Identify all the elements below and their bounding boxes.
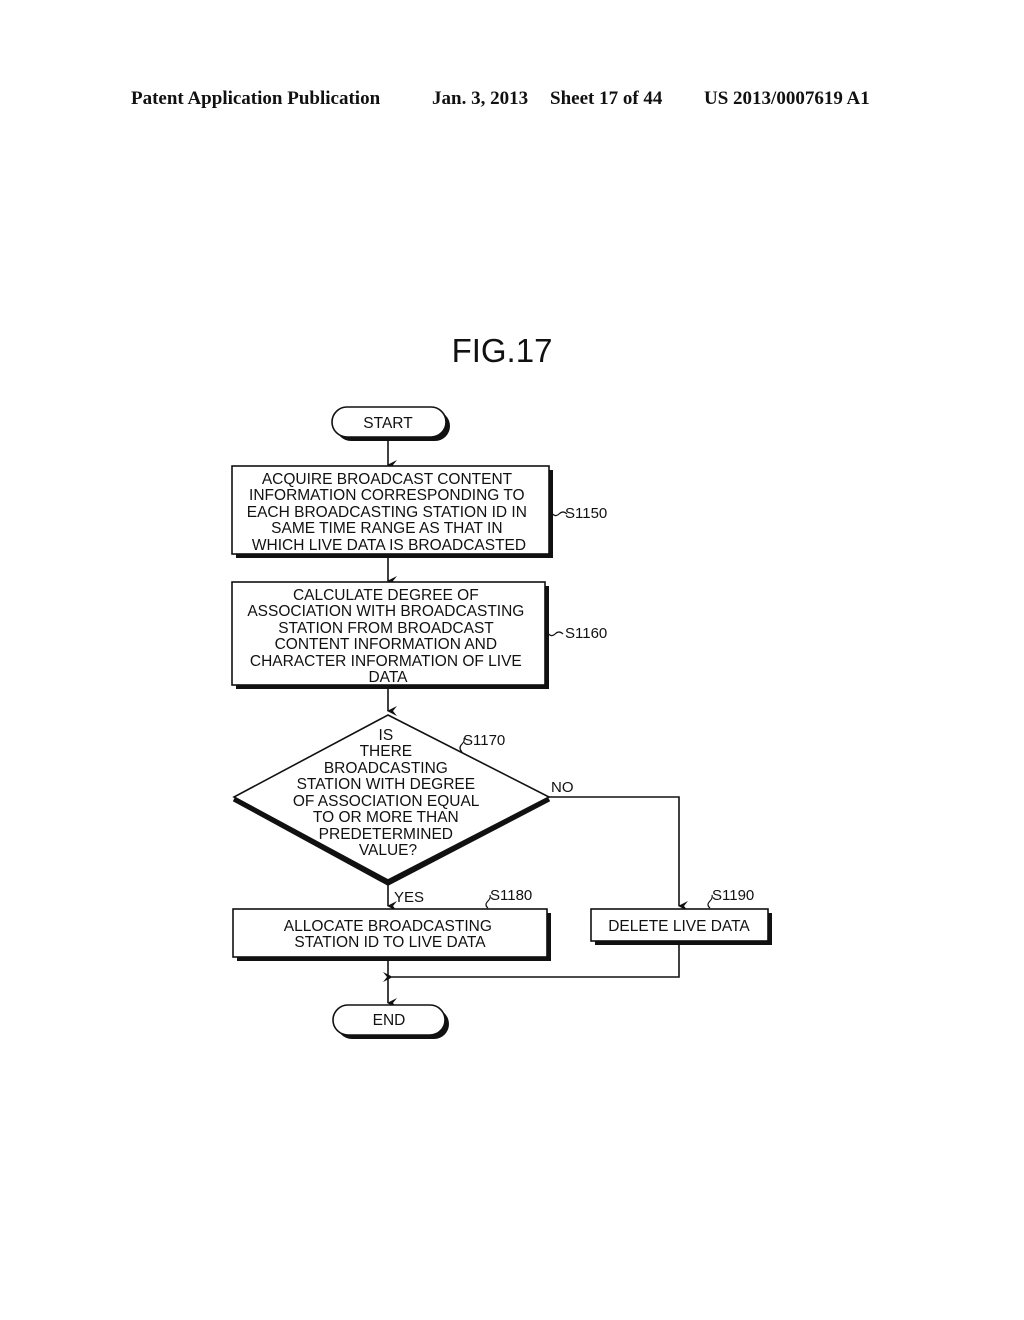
process-box-s1190: DELETE LIVE DATA [590,908,772,945]
s1170-text: IS THERE BROADCASTING STATION WITH DEGRE… [293,727,483,859]
s1160-line: CHARACTER INFORMATION OF LIVE [250,653,522,670]
s1160-line: CONTENT INFORMATION AND [275,636,497,653]
s1180-line: STATION ID TO LIVE DATA [294,934,486,951]
s1150-ref: S1150 [565,505,607,522]
s1190-ref: S1190 [712,887,754,904]
s1160-line: DATA [368,669,408,686]
s1170-line: PREDETERMINED [319,826,453,843]
s1150-line: EACH BROADCASTING STATION ID IN [247,504,527,521]
process-box-s1160: CALCULATE DEGREE OF ASSOCIATION WITH BRO… [231,581,549,689]
s1170-line: OF ASSOCIATION EQUAL [293,793,480,810]
s1160-leader [546,631,564,637]
s1150-line: SAME TIME RANGE AS THAT IN [271,520,502,537]
end-terminal: END [332,1004,449,1039]
end-label: END [373,1012,406,1029]
connector-no-s1190 [549,796,688,911]
flowchart: FIG.17 START ACQUIRE BROADCAST CONTENT I… [231,332,772,1039]
s1170-line: BROADCASTING [324,760,448,777]
s1190-line: DELETE LIVE DATA [608,918,750,935]
s1180-ref: S1180 [490,887,532,904]
s1160-line: STATION FROM BROADCAST [278,620,494,637]
s1180-line: ALLOCATE BROADCASTING [284,918,492,935]
s1150-line: ACQUIRE BROADCAST CONTENT [262,471,513,488]
s1160-line: ASSOCIATION WITH BROADCASTING [247,603,524,620]
figure-title: FIG.17 [452,332,553,369]
s1160-line: CALCULATE DEGREE OF [293,587,479,604]
s1170-ref: S1170 [463,732,505,749]
s1170-line: IS [379,727,394,744]
process-box-s1180: ALLOCATE BROADCASTING STATION ID TO LIVE… [232,908,551,961]
start-label: START [363,415,413,432]
s1150-line: INFORMATION CORRESPONDING TO [249,487,525,504]
s1190-text: DELETE LIVE DATA [608,918,750,935]
s1170-line: THERE [360,743,413,760]
s1170-line: VALUE? [359,842,418,859]
branch-no-label: NO [551,779,574,796]
s1170-line: STATION WITH DEGREE [297,776,476,793]
s1180-text: ALLOCATE BROADCASTING STATION ID TO LIVE… [284,918,496,951]
process-box-s1150: ACQUIRE BROADCAST CONTENT INFORMATION CO… [231,465,553,558]
start-terminal: START [331,406,450,441]
s1170-line: TO OR MORE THAN [313,809,459,826]
s1160-ref: S1160 [565,625,607,642]
s1150-line: WHICH LIVE DATA IS BROADCASTED [252,537,526,554]
branch-yes-label: YES [394,889,424,906]
s1150-text: ACQUIRE BROADCAST CONTENT INFORMATION CO… [247,471,532,554]
